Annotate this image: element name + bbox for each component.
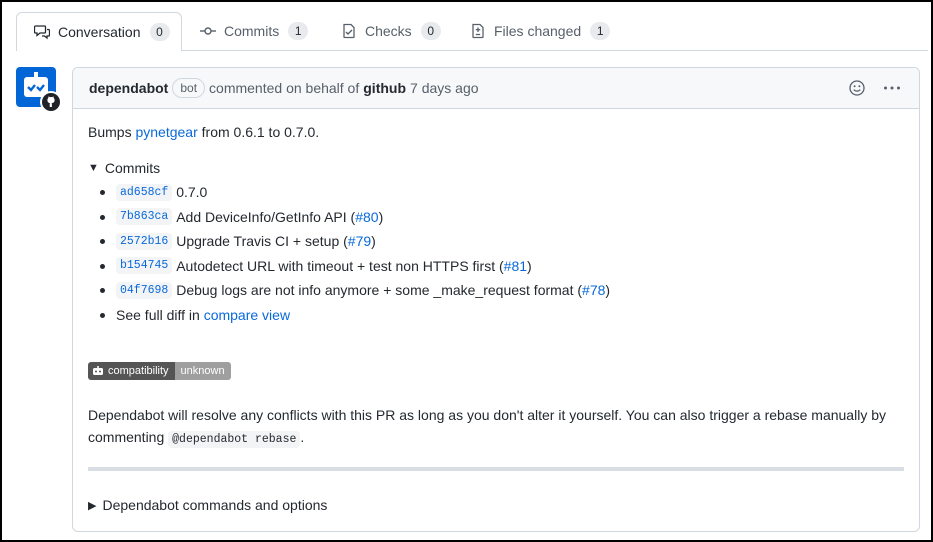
commit-message: Debug logs are not info anymore + some _… (176, 282, 583, 299)
list-item: 7b863ca Add DeviceInfo/GetInfo API (#80) (100, 205, 900, 230)
commit-message: 0.7.0 (176, 184, 208, 201)
package-link[interactable]: pynetgear (135, 124, 197, 140)
commit-sha-link[interactable]: b154745 (116, 257, 173, 275)
commit-sha-link[interactable]: 2572b16 (116, 232, 173, 250)
tab-commits-count: 1 (288, 22, 309, 40)
list-item: See full diff in compare view (100, 303, 900, 328)
triangle-right-icon: ▶ (88, 499, 97, 512)
compatibility-badge[interactable]: compatibility unknown (88, 362, 231, 380)
file-diff-icon (472, 23, 484, 39)
robot-icon (93, 366, 103, 375)
resolve-paragraph: Dependabot will resolve any conflicts wi… (88, 404, 904, 451)
commit-list: ad658cf 0.7.0 7b863ca Add DeviceInfo/Get… (88, 180, 900, 327)
pr-link[interactable]: #79 (348, 233, 371, 249)
tab-commits-label: Commits (224, 23, 280, 39)
tab-files-changed-count: 1 (590, 22, 611, 40)
tab-files-changed[interactable]: Files changed 1 (470, 12, 611, 50)
tab-checks[interactable]: Checks 0 (341, 12, 441, 50)
bumps-suffix: from 0.6.1 to 0.7.0. (201, 124, 320, 140)
pr-comment: dependabot bot commented on behalf of gi… (72, 67, 920, 532)
checklist-icon (343, 23, 355, 39)
commands-summary[interactable]: ▶ Dependabot commands and options (88, 497, 327, 513)
comment-header: dependabot bot commented on behalf of gi… (73, 68, 919, 109)
tab-files-changed-label: Files changed (494, 23, 582, 39)
commit-icon (200, 27, 216, 35)
list-item: ad658cf 0.7.0 (100, 180, 900, 205)
commits-summary[interactable]: ▼ Commits (88, 160, 160, 176)
tab-checks-label: Checks (365, 23, 412, 39)
comment-author[interactable]: dependabot (89, 80, 168, 96)
conversation-icon (34, 25, 50, 40)
tab-commits[interactable]: Commits 1 (200, 12, 309, 50)
list-item: b154745 Autodetect URL with timeout + te… (100, 254, 900, 279)
commit-sha-link[interactable]: 04f7698 (116, 281, 173, 299)
tab-conversation-label: Conversation (58, 24, 141, 40)
compare-view-link[interactable]: compare view (204, 307, 290, 323)
resolve-text-1: Dependabot will resolve any conflicts wi… (88, 407, 886, 423)
resolve-end: . (300, 429, 305, 445)
tab-checks-count: 0 (420, 22, 441, 40)
badge-label: compatibility (108, 365, 169, 377)
pr-close: ) (371, 233, 376, 250)
commit-message: Upgrade Travis CI + setup ( (176, 233, 348, 250)
commit-sha-link[interactable]: ad658cf (116, 183, 173, 201)
commits-summary-label: Commits (104, 160, 161, 176)
pr-close: ) (605, 282, 611, 299)
pr-link[interactable]: #81 (504, 258, 527, 274)
triangle-down-icon: ▼ (88, 162, 99, 174)
divider (88, 467, 904, 471)
full-diff-prefix: See full diff in (116, 306, 200, 323)
comment-time[interactable]: 7 days ago (410, 80, 479, 96)
tab-conversation[interactable]: Conversation 0 (16, 12, 182, 51)
pr-close: ) (378, 208, 384, 225)
pr-link[interactable]: #78 (582, 282, 605, 298)
resolve-text-2: commenting (88, 429, 165, 445)
smiley-icon[interactable] (849, 80, 865, 96)
commit-message: Autodetect URL with timeout + test non H… (176, 257, 504, 274)
pr-link[interactable]: #80 (355, 209, 378, 225)
pr-tab-bar: Conversation 0 Commits 1 Checks 0 Files … (16, 12, 928, 51)
comment-on-behalf[interactable]: github (363, 80, 406, 96)
badge-value: unknown (174, 362, 231, 380)
list-item: 2572b16 Upgrade Travis CI + setup (#79) (100, 229, 900, 254)
rebase-command: @dependabot rebase (168, 431, 301, 448)
kebab-horizontal-icon[interactable] (883, 80, 901, 96)
github-icon (42, 93, 60, 111)
bot-label: bot (172, 78, 206, 98)
bumps-line: Bumps pynetgear from 0.6.1 to 0.7.0. (88, 124, 319, 140)
tab-conversation-count: 0 (149, 23, 170, 41)
commands-summary-label: Dependabot commands and options (102, 497, 328, 513)
bumps-prefix: Bumps (88, 124, 132, 140)
comment-action: commented on behalf of (209, 80, 360, 96)
commit-message: Add DeviceInfo/GetInfo API ( (176, 208, 356, 225)
list-item: 04f7698 Debug logs are not info anymore … (100, 278, 900, 303)
github-badge (40, 91, 62, 113)
pr-close: ) (527, 257, 532, 274)
commit-sha-link[interactable]: 7b863ca (116, 208, 173, 226)
